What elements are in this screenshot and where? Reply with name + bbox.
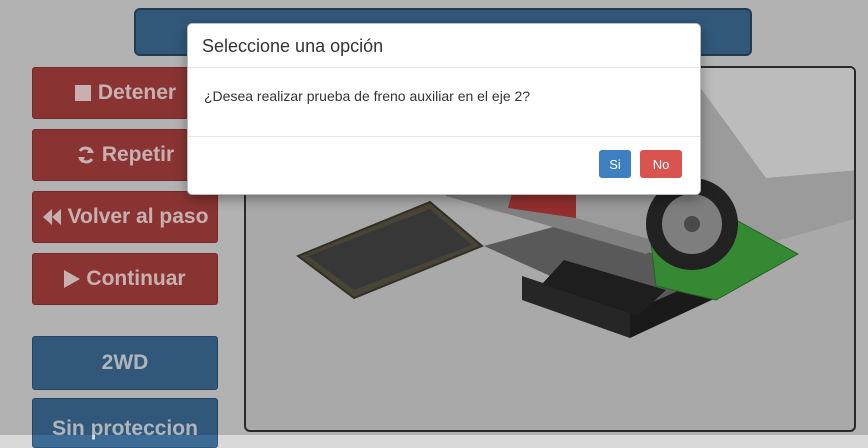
dialog-title: Seleccione una opción <box>188 24 700 68</box>
dialog-message: ¿Desea realizar prueba de freno auxiliar… <box>188 68 700 137</box>
no-button[interactable]: No <box>640 150 682 178</box>
option-dialog: Seleccione una opción ¿Desea realizar pr… <box>187 23 701 195</box>
yes-button[interactable]: Si <box>599 150 631 178</box>
dialog-footer: Si No <box>188 137 700 192</box>
